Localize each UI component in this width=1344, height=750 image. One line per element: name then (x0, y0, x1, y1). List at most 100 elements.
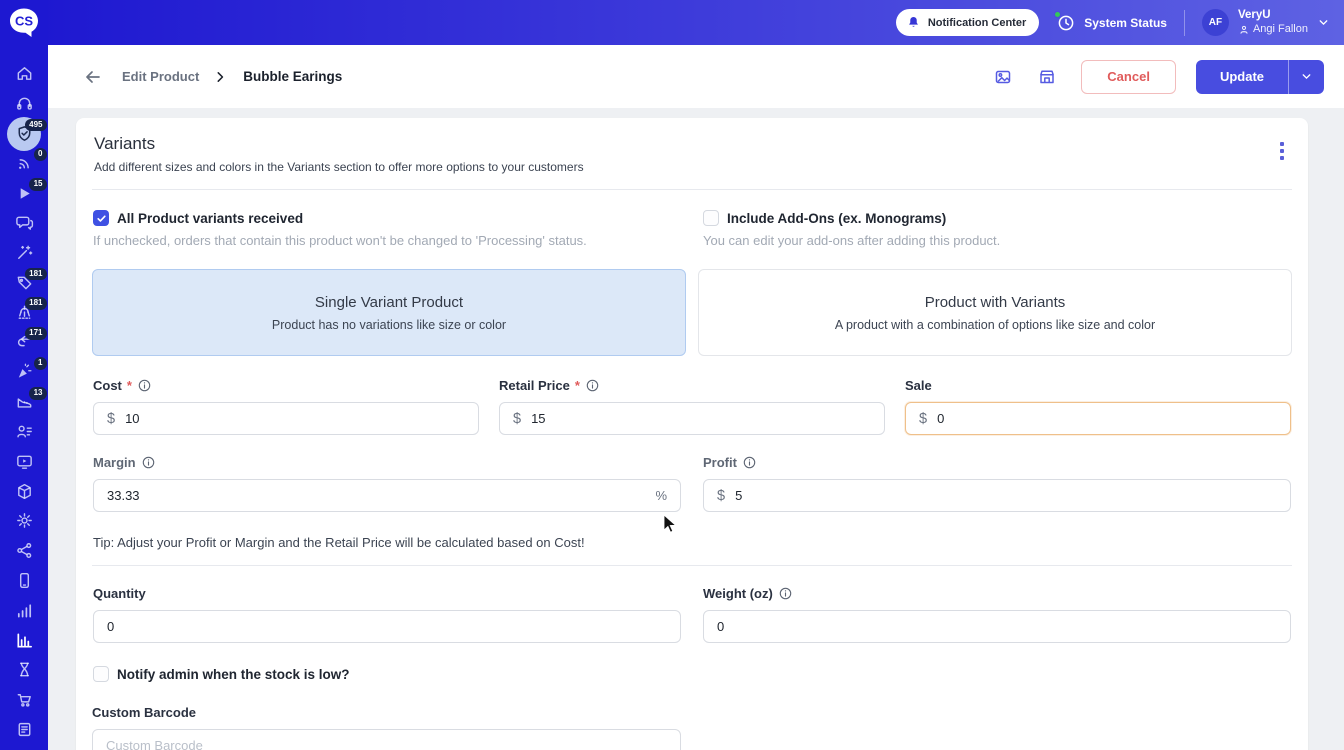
storefront-icon[interactable] (1037, 67, 1057, 87)
sidebar-item-settings[interactable] (0, 506, 48, 536)
single-variant-card[interactable]: Single Variant Product Product has no va… (92, 269, 686, 356)
sidebar-item-cart[interactable] (0, 685, 48, 715)
cost-input[interactable] (125, 411, 465, 426)
weight-input[interactable] (717, 619, 1277, 634)
custom-barcode-field: Custom Barcode (92, 682, 681, 750)
single-variant-title: Single Variant Product (315, 294, 463, 311)
system-status-button[interactable]: System Status (1056, 13, 1167, 33)
sale-label: Sale (905, 378, 932, 393)
info-icon[interactable] (779, 587, 792, 600)
cancel-button[interactable]: Cancel (1081, 60, 1176, 94)
check-icon (96, 213, 107, 224)
cost-field: Cost * $ (93, 378, 479, 435)
sidebar-item-grab[interactable]: 181 (0, 297, 48, 327)
profit-label: Profit (703, 455, 737, 470)
update-split-button: Update (1196, 60, 1324, 94)
sidebar-item-shop[interactable]: 13 (0, 387, 48, 417)
all-variants-received-label: All Product variants received (117, 211, 303, 226)
sidebar-item-automations[interactable] (0, 238, 48, 268)
share-nodes-icon (15, 541, 34, 560)
margin-field: Margin % (93, 455, 681, 512)
sidebar-item-inventory[interactable] (0, 476, 48, 506)
sidebar-item-tutorials[interactable] (0, 446, 48, 476)
single-variant-subtitle: Product has no variations like size or c… (272, 318, 506, 332)
chart-growth-icon (15, 601, 34, 620)
sidebar-item-promotions[interactable]: 1 (0, 357, 48, 387)
badge: 495 (25, 119, 47, 132)
user-org: VeryU (1238, 8, 1308, 22)
sidebar-item-mobile-app[interactable] (0, 566, 48, 596)
retail-price-input[interactable] (531, 411, 871, 426)
bell-icon (906, 15, 921, 30)
badge: 1 (34, 357, 47, 370)
chat-icon (15, 213, 34, 232)
info-icon[interactable] (743, 456, 756, 469)
info-icon[interactable] (586, 379, 599, 392)
user-menu[interactable]: AF VeryU Angi Fallon (1202, 8, 1330, 36)
sidebar-item-live[interactable]: 15 (0, 178, 48, 208)
notification-center-label: Notification Center (928, 17, 1026, 29)
notify-admin-label: Notify admin when the stock is low? (117, 667, 350, 682)
sidebar-item-support[interactable] (0, 89, 48, 119)
sidebar-item-performance[interactable] (0, 595, 48, 625)
sidebar-item-reports[interactable] (0, 715, 48, 745)
percent-suffix: % (655, 488, 667, 503)
badge: 13 (29, 387, 47, 400)
quantity-input[interactable] (107, 619, 667, 634)
sale-input[interactable] (937, 411, 1277, 426)
back-arrow-icon[interactable] (82, 67, 102, 87)
team-icon (15, 422, 34, 441)
svg-text:CS: CS (15, 14, 33, 29)
product-with-variants-title: Product with Variants (925, 294, 1066, 311)
sidebar-item-broadcast[interactable]: 0 (0, 148, 48, 178)
system-status-label: System Status (1084, 16, 1167, 30)
chevron-down-icon (1317, 16, 1330, 29)
update-dropdown-button[interactable] (1288, 60, 1324, 94)
headset-icon (15, 94, 34, 113)
info-icon[interactable] (138, 379, 151, 392)
video-icon (15, 452, 34, 471)
sidebar-nav: 495 0 15 181 181 171 1 13 (0, 59, 48, 744)
user-name: Angi Fallon (1253, 23, 1308, 37)
kebab-menu-icon[interactable] (1274, 136, 1290, 166)
package-icon (15, 482, 34, 501)
dollar-prefix: $ (919, 411, 927, 427)
cost-label: Cost (93, 378, 122, 393)
notify-admin-checkbox[interactable] (93, 666, 109, 682)
all-variants-received-help: If unchecked, orders that contain this p… (93, 233, 681, 248)
notification-center-button[interactable]: Notification Center (896, 9, 1039, 36)
sidebar-item-products[interactable]: 181 (0, 268, 48, 298)
weight-field: Weight (oz) (703, 586, 1291, 643)
margin-input[interactable] (107, 488, 647, 503)
sidebar-item-analytics[interactable] (0, 625, 48, 655)
product-with-variants-card[interactable]: Product with Variants A product with a c… (698, 269, 1292, 356)
profit-input[interactable] (735, 488, 1277, 503)
sidebar-item-orders[interactable]: 495 (0, 119, 48, 149)
hourglass-icon (15, 660, 34, 679)
page-header: Edit Product Bubble Earings Cancel Updat… (48, 45, 1344, 108)
dollar-prefix: $ (717, 488, 725, 504)
info-icon[interactable] (142, 456, 155, 469)
required-mark: * (575, 378, 580, 393)
topbar-divider (1184, 10, 1185, 36)
status-ok-dot (1054, 11, 1061, 18)
sidebar-item-customers[interactable] (0, 417, 48, 447)
all-variants-received-checkbox[interactable] (93, 210, 109, 226)
sidebar-item-chat[interactable] (0, 208, 48, 238)
margin-label: Margin (93, 455, 136, 470)
sidebar-item-home[interactable] (0, 59, 48, 89)
include-addons-checkbox[interactable] (703, 210, 719, 226)
mobile-icon (15, 571, 34, 590)
image-gallery-icon[interactable] (993, 67, 1013, 87)
divider (92, 189, 1292, 190)
include-addons-label: Include Add-Ons (ex. Monograms) (727, 211, 946, 226)
sidebar-item-integrations[interactable] (0, 536, 48, 566)
sidebar-item-returns[interactable]: 171 (0, 327, 48, 357)
update-button[interactable]: Update (1196, 60, 1288, 94)
custom-barcode-input[interactable] (106, 738, 667, 750)
sidebar-item-history[interactable] (0, 655, 48, 685)
app-logo[interactable]: CS (7, 7, 41, 39)
profit-field: Profit $ (703, 455, 1291, 512)
cart-icon (15, 690, 34, 709)
breadcrumb-section[interactable]: Edit Product (122, 69, 199, 84)
